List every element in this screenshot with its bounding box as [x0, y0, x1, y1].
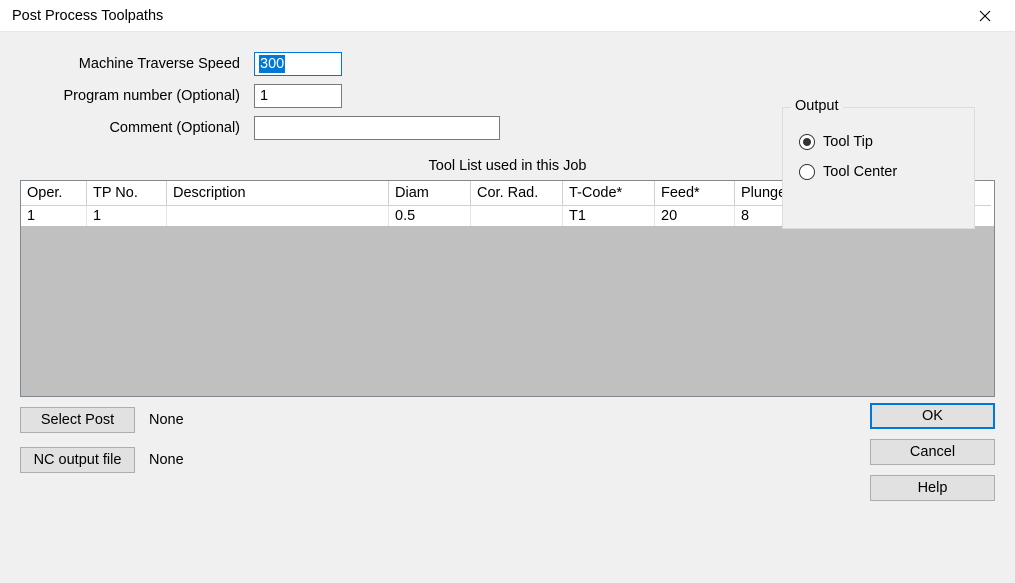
col-corrad[interactable]: Cor. Rad. [471, 181, 563, 206]
col-tcode[interactable]: T-Code* [563, 181, 655, 206]
radio-tool-tip[interactable]: Tool Tip [799, 134, 962, 150]
nc-output-file-value: None [149, 452, 184, 468]
col-tpno[interactable]: TP No. [87, 181, 167, 206]
radio-tool-tip-label: Tool Tip [823, 134, 873, 150]
radio-icon [799, 134, 815, 150]
cancel-button[interactable]: Cancel [870, 439, 995, 465]
select-post-button[interactable]: Select Post [20, 407, 135, 433]
ok-button[interactable]: OK [870, 403, 995, 429]
select-post-value: None [149, 412, 184, 428]
comment-input[interactable] [254, 116, 500, 140]
grid-empty-area [21, 226, 994, 391]
output-legend: Output [791, 98, 843, 114]
traverse-speed-value: 300 [259, 55, 285, 73]
tool-list-caption: Tool List used in this Job [20, 158, 995, 174]
cell-diam: 0.5 [389, 206, 471, 226]
cell-corrad [471, 206, 563, 226]
traverse-speed-input[interactable]: 300 [254, 52, 342, 76]
program-number-label: Program number (Optional) [20, 88, 254, 104]
help-button[interactable]: Help [870, 475, 995, 501]
nc-output-file-button[interactable]: NC output file [20, 447, 135, 473]
col-diam[interactable]: Diam [389, 181, 471, 206]
comment-label: Comment (Optional) [20, 120, 254, 136]
traverse-speed-label: Machine Traverse Speed [20, 56, 254, 72]
titlebar: Post Process Toolpaths [0, 0, 1015, 32]
col-oper[interactable]: Oper. [21, 181, 87, 206]
window-title: Post Process Toolpaths [12, 8, 163, 24]
close-icon [979, 10, 991, 22]
cell-feed: 20 [655, 206, 735, 226]
cell-desc [167, 206, 389, 226]
col-desc[interactable]: Description [167, 181, 389, 206]
cell-tcode: T1 [563, 206, 655, 226]
program-number-input[interactable] [254, 84, 342, 108]
cell-oper: 1 [21, 206, 87, 226]
close-button[interactable] [965, 2, 1005, 30]
cell-tpno: 1 [87, 206, 167, 226]
col-feed[interactable]: Feed* [655, 181, 735, 206]
